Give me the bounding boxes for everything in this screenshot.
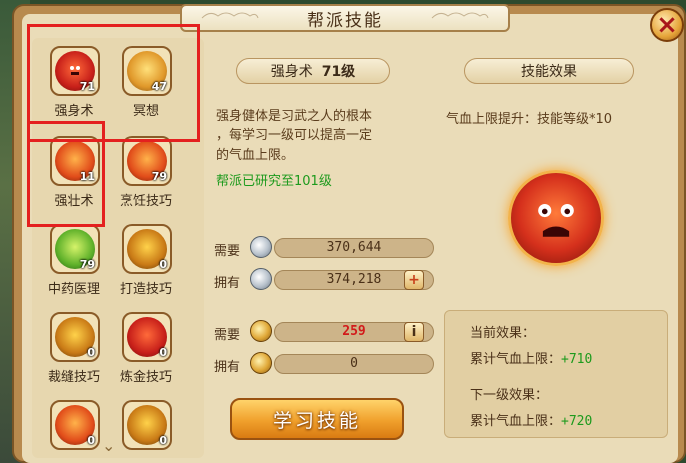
info-button[interactable]: i	[404, 322, 424, 342]
skill-level: 0	[87, 434, 95, 447]
gang-contribution-coin-icon	[250, 352, 272, 374]
research-level-text: 帮派已研究至101级	[216, 174, 332, 189]
skill-icon-frame: 0	[122, 400, 172, 450]
next-effect-line: 累计气血上限：+720	[470, 410, 592, 429]
info-icon: i	[411, 324, 417, 340]
plus-icon: +	[408, 272, 420, 288]
current-effect-line: 累计气血上限：+710	[470, 348, 592, 367]
next-effect-label: 下一级效果：	[470, 388, 549, 403]
skill-item[interactable]: 79 中药医理	[34, 220, 114, 302]
skill-name: 烹饪技巧	[119, 194, 172, 209]
selected-skill-header: 强身术 71级	[236, 58, 390, 84]
skill-level: 0	[87, 346, 95, 359]
effect-header-text: 技能效果	[521, 64, 577, 80]
effect-summary: 气血上限提升：技能等级*10	[446, 112, 613, 127]
skill-item[interactable]: 0 裁缝技巧	[34, 308, 114, 390]
current-effect-label: 当前效果：	[470, 326, 536, 341]
have-label: 拥有	[214, 276, 241, 291]
skill-icon-frame: 0	[50, 312, 100, 362]
skill-icon-frame: 79	[50, 224, 100, 274]
cloud-ornament-icon	[431, 12, 489, 19]
skill-level: 0	[159, 258, 167, 271]
close-button[interactable]: ×	[650, 8, 684, 42]
window-title: 帮派技能	[307, 10, 383, 31]
skill-icon-frame: 0	[50, 400, 100, 450]
gang-contribution-coin-icon	[250, 320, 272, 342]
skill-name: 裁缝技巧	[47, 370, 100, 385]
skill-name: 打造技巧	[119, 282, 172, 297]
current-effect-text: 累计气血上限：	[470, 352, 562, 367]
need-label: 需要	[214, 328, 241, 343]
skill-icon-frame: 0	[122, 312, 172, 362]
skill-description-line: 的气血上限。	[216, 148, 295, 163]
silver-coin-icon	[250, 268, 272, 290]
have-label: 拥有	[214, 360, 241, 375]
silver-coin-icon	[250, 236, 272, 258]
scroll-down-icon[interactable]: ⌄	[102, 436, 115, 455]
skill-description-line: 强身健体是习武之人的根本	[216, 109, 373, 124]
skill-name: 炼金技巧	[119, 370, 172, 385]
silver-have-row: 拥有 374,218	[214, 268, 434, 294]
skill-icon-frame: 79	[122, 136, 172, 186]
skill-description-line: ，每学习一级可以提高一定	[216, 128, 373, 143]
highlight-box	[27, 121, 105, 227]
learn-skill-button[interactable]: 学习技能	[230, 398, 404, 440]
selected-skill-large-icon	[508, 170, 604, 266]
selected-skill-level: 71级	[321, 64, 356, 80]
gold-have-row: 拥有 0	[214, 352, 434, 378]
gold-have-value: 0	[274, 354, 434, 374]
skill-item[interactable]: 0 打造技巧	[106, 220, 186, 302]
next-effect-text: 累计气血上限：	[470, 414, 562, 429]
effect-header: 技能效果	[464, 58, 634, 84]
add-silver-button[interactable]: +	[404, 270, 424, 290]
skill-level: 79	[151, 170, 167, 183]
skill-icon-frame: 0	[122, 224, 172, 274]
cloud-ornament-icon	[201, 12, 259, 19]
skill-item[interactable]: 0 炼金技巧	[106, 308, 186, 390]
need-label: 需要	[214, 244, 241, 259]
gold-need-row: 需要 259	[214, 320, 434, 346]
close-icon: ×	[656, 10, 678, 40]
skill-level: 0	[159, 434, 167, 447]
skill-item[interactable]: 0	[106, 396, 186, 463]
selected-skill-name: 强身术	[270, 64, 313, 80]
skill-level: 79	[79, 258, 95, 271]
silver-need-row: 需要 370,644	[214, 236, 434, 262]
current-effect-value: +710	[561, 352, 593, 367]
skill-level: 0	[159, 346, 167, 359]
next-effect-value: +720	[561, 414, 593, 429]
silver-need-value: 370,644	[274, 238, 434, 258]
skill-name: 中药医理	[47, 282, 100, 297]
skill-item[interactable]: 79 烹饪技巧	[106, 132, 186, 214]
